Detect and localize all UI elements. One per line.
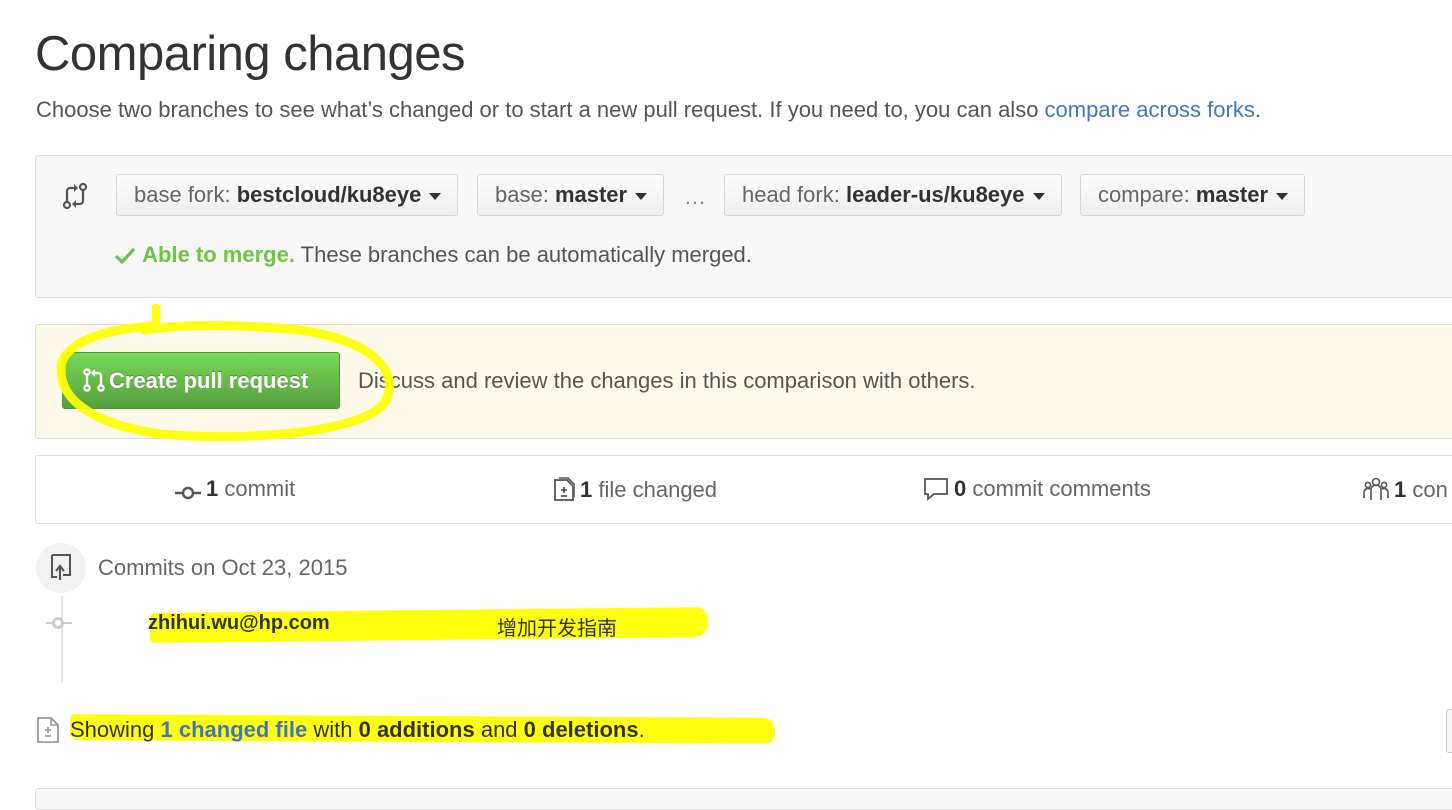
diff-view-toggle[interactable] bbox=[1446, 709, 1452, 753]
repo-push-icon bbox=[51, 554, 71, 580]
range-editor: base fork: bestcloud/ku8eye base: master… bbox=[35, 155, 1452, 298]
files-count: 1 bbox=[580, 477, 593, 502]
contributors-icon bbox=[1363, 477, 1389, 500]
base-fork-value: bestcloud/ku8eye bbox=[236, 182, 422, 207]
subtitle-text: Choose two branches to see what’s change… bbox=[36, 97, 1045, 122]
page-title: Comparing changes bbox=[35, 27, 466, 81]
compare-label: compare: bbox=[1098, 182, 1190, 207]
numbers-summary: 1 commit 1 file changed 0 commit comment… bbox=[35, 455, 1452, 524]
files-and: and bbox=[474, 717, 524, 742]
chevron-down-icon bbox=[1276, 192, 1288, 200]
files-prefix: Showing bbox=[70, 717, 161, 742]
create-pull-request-label: Create pull request bbox=[109, 368, 309, 393]
chevron-down-icon bbox=[429, 192, 442, 200]
additions-count: 0 additions bbox=[358, 717, 475, 742]
base-fork-select[interactable]: base fork: bestcloud/ku8eye bbox=[116, 174, 459, 216]
file-header-bar bbox=[35, 788, 1452, 810]
commit-timeline bbox=[61, 596, 63, 682]
compare-branch-select[interactable]: compare: master bbox=[1080, 174, 1305, 216]
commit-author[interactable]: zhihui.wu@hp.com bbox=[148, 612, 330, 635]
files-changed-link[interactable]: 1 file changed bbox=[553, 476, 717, 503]
compare-value: master bbox=[1195, 182, 1268, 207]
files-middle: with bbox=[307, 717, 359, 742]
compare-across-forks-link[interactable]: compare across forks bbox=[1045, 97, 1255, 122]
files-end: . bbox=[638, 717, 645, 742]
file-diff-icon bbox=[554, 477, 576, 501]
commit-date-heading: Commits on Oct 23, 2015 bbox=[98, 555, 348, 580]
subtitle-end: . bbox=[1254, 97, 1261, 122]
base-label: base: bbox=[495, 182, 549, 207]
base-fork-label: base fork: bbox=[134, 182, 231, 207]
head-fork-label: head fork: bbox=[742, 182, 840, 207]
files-summary: Showing 1 changed file with 0 additions … bbox=[36, 716, 645, 744]
files-label: file changed bbox=[598, 477, 718, 502]
changed-files-link[interactable]: 1 changed file bbox=[161, 717, 308, 742]
contributors-count: 1 bbox=[1394, 477, 1407, 502]
chevron-down-icon bbox=[1032, 192, 1045, 200]
commit-comments-link[interactable]: 0 commit comments bbox=[923, 476, 1151, 502]
commits-count: 1 bbox=[206, 476, 219, 501]
head-fork-select[interactable]: head fork: leader-us/ku8eye bbox=[724, 174, 1062, 216]
git-commit-icon bbox=[175, 486, 201, 500]
comments-count: 0 bbox=[954, 476, 967, 501]
comments-label: commit comments bbox=[972, 476, 1151, 501]
file-diff-icon bbox=[37, 717, 59, 743]
check-icon bbox=[114, 247, 136, 265]
commit-group-icon bbox=[36, 543, 86, 593]
head-fork-value: leader-us/ku8eye bbox=[845, 182, 1025, 207]
git-compare-icon bbox=[62, 182, 88, 210]
pull-request-description: Discuss and review the changes in this c… bbox=[358, 368, 976, 393]
comment-icon bbox=[924, 478, 948, 501]
commit-message[interactable]: 增加开发指南 bbox=[497, 612, 617, 641]
base-branch-select[interactable]: base: master bbox=[477, 174, 665, 216]
create-pull-request-button[interactable]: Create pull request bbox=[62, 352, 340, 409]
deletions-count: 0 deletions bbox=[523, 717, 639, 742]
merge-status: Able to merge. These branches can be aut… bbox=[114, 242, 752, 268]
git-pull-request-icon bbox=[83, 368, 105, 392]
chevron-down-icon bbox=[635, 192, 648, 200]
contributors-link[interactable]: 1 con bbox=[1363, 476, 1448, 503]
contributors-label: con bbox=[1412, 477, 1448, 502]
commits-count-link[interactable]: 1 commit bbox=[175, 476, 295, 502]
commit-dot-icon bbox=[52, 617, 64, 629]
page-subtitle: Choose two branches to see what’s change… bbox=[36, 97, 1261, 123]
commits-label: commit bbox=[224, 476, 296, 501]
base-value: master bbox=[554, 182, 628, 207]
merge-status-text: These branches can be automatically merg… bbox=[300, 242, 752, 267]
range-ellipsis: … bbox=[684, 184, 706, 209]
merge-ok-label: Able to merge. bbox=[142, 242, 295, 267]
pull-request-banner: Create pull request Discuss and review t… bbox=[35, 324, 1452, 439]
